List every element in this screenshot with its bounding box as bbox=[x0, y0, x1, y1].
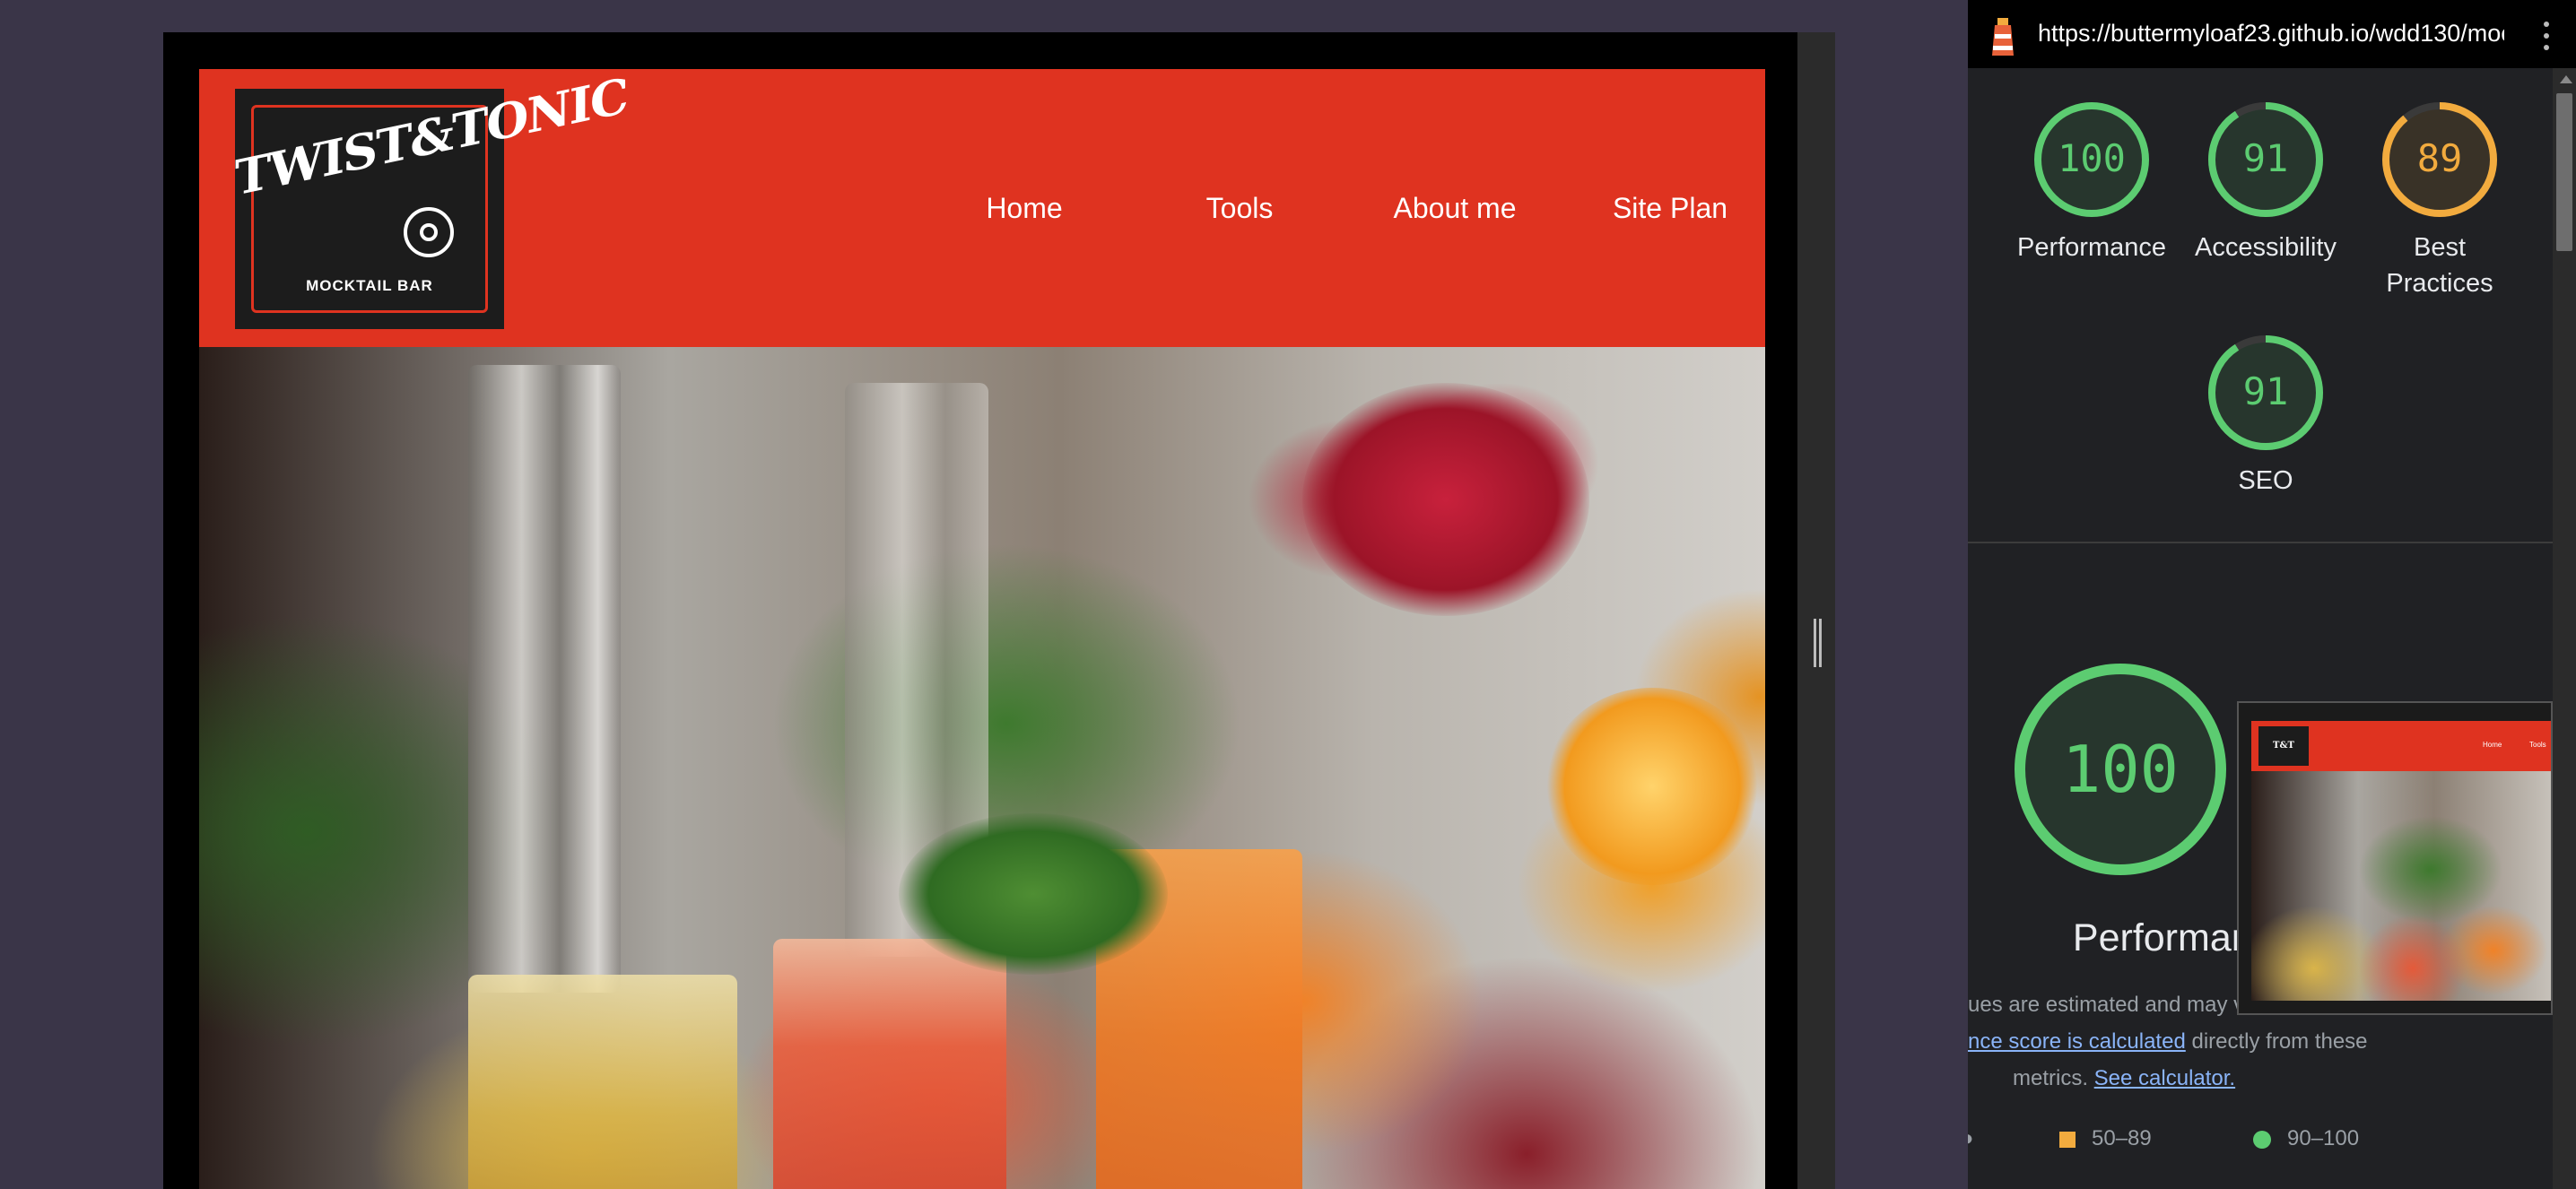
viewport-resize-handle[interactable] bbox=[1814, 619, 1822, 667]
shaker-glass bbox=[468, 365, 621, 993]
nav-site-plan[interactable]: Site Plan bbox=[1562, 192, 1765, 225]
mint-garnish bbox=[899, 813, 1168, 975]
gauge-performance[interactable]: 100 Performance bbox=[2002, 100, 2181, 265]
gauge-label: Performance bbox=[2016, 233, 2166, 262]
legend-average: 50–89 bbox=[2059, 1126, 2152, 1151]
gauge-label: Accessibility bbox=[2195, 233, 2337, 262]
site-logo[interactable]: TWIST&TONIC MOCKTAIL BAR bbox=[235, 69, 627, 329]
legend-pass: 90–100 bbox=[2253, 1126, 2359, 1151]
gauge-accessibility[interactable]: 91 Accessibility bbox=[2176, 100, 2355, 265]
score-legend: ● 50–89 90–100 bbox=[1968, 1126, 2553, 1153]
lighthouse-report-bar: https://buttermyloaf23.github.io/wdd130/… bbox=[1968, 0, 2576, 68]
roses bbox=[1302, 383, 1589, 616]
devtools-gutter bbox=[1797, 32, 1835, 1189]
hero-image bbox=[199, 347, 1765, 1189]
legend-fail-marker: ● bbox=[1968, 1126, 1974, 1151]
legend-range: 50–89 bbox=[2092, 1126, 2152, 1150]
gauge-best-practices[interactable]: 89 Best Practices bbox=[2350, 100, 2529, 301]
logo-target-icon bbox=[404, 207, 454, 257]
legend-square-icon bbox=[2059, 1131, 2076, 1148]
gauge-label: SEO bbox=[2238, 466, 2293, 495]
desc-text: ues are estimated and may va bbox=[1968, 993, 2257, 1017]
panel-scrollbar[interactable] bbox=[2553, 68, 2576, 1189]
website-page: TWIST&TONIC MOCKTAIL BAR Home Tools Abou… bbox=[199, 69, 1765, 1189]
gauge-label: Best Practices bbox=[2386, 233, 2493, 298]
thumbnail-logo: T&T bbox=[2257, 725, 2311, 768]
gauge-score: 91 bbox=[2242, 369, 2289, 413]
gauge-score: 100 bbox=[2058, 136, 2126, 180]
nav-tools[interactable]: Tools bbox=[1132, 192, 1347, 225]
desc-text: directly from these bbox=[2185, 1029, 2368, 1054]
section-divider bbox=[1968, 542, 2553, 543]
score-calculation-link[interactable]: nce score is calculated bbox=[1968, 1029, 2186, 1054]
thumbnail-hero-image bbox=[2251, 771, 2551, 1001]
legend-range: 90–100 bbox=[2287, 1126, 2360, 1150]
gauge-performance-large: 100 bbox=[2011, 660, 2230, 879]
drink-glass-1 bbox=[773, 939, 1006, 1189]
legend-circle-icon bbox=[2253, 1130, 2271, 1149]
gauge-score: 100 bbox=[2061, 732, 2180, 807]
gauge-score: 91 bbox=[2242, 136, 2289, 180]
nav-about-me[interactable]: About me bbox=[1347, 192, 1562, 225]
thumbnail-nav-home: Home bbox=[2483, 741, 2502, 749]
scroll-up-arrow-icon[interactable] bbox=[2560, 75, 2572, 83]
more-options-icon[interactable] bbox=[2542, 22, 2551, 50]
see-calculator-link[interactable]: See calculator. bbox=[2094, 1066, 2235, 1090]
page-screenshot-thumbnail[interactable]: T&T Home Tools bbox=[2237, 701, 2553, 1015]
report-url[interactable]: https://buttermyloaf23.github.io/wdd130/… bbox=[2038, 20, 2504, 48]
site-header: TWIST&TONIC MOCKTAIL BAR Home Tools Abou… bbox=[199, 69, 1765, 347]
desc-text: metrics. bbox=[2013, 1066, 2094, 1090]
scrollbar-thumb[interactable] bbox=[2556, 93, 2572, 251]
gauge-seo[interactable]: 91 SEO bbox=[2176, 334, 2355, 499]
gauge-score: 89 bbox=[2416, 136, 2463, 180]
drink-glass-3 bbox=[468, 975, 737, 1189]
site-nav: Home Tools About me Site Plan bbox=[917, 69, 1765, 347]
thumbnail-header: T&T Home Tools bbox=[2251, 721, 2551, 771]
lighthouse-panel: https://buttermyloaf23.github.io/wdd130/… bbox=[1968, 0, 2576, 1189]
thumbnail-nav-tools: Tools bbox=[2529, 741, 2546, 749]
nav-home[interactable]: Home bbox=[917, 192, 1132, 225]
orange-slices bbox=[1545, 688, 1760, 885]
logo-tagline: MOCKTAIL BAR bbox=[306, 277, 433, 294]
lighthouse-icon bbox=[1992, 18, 2014, 56]
